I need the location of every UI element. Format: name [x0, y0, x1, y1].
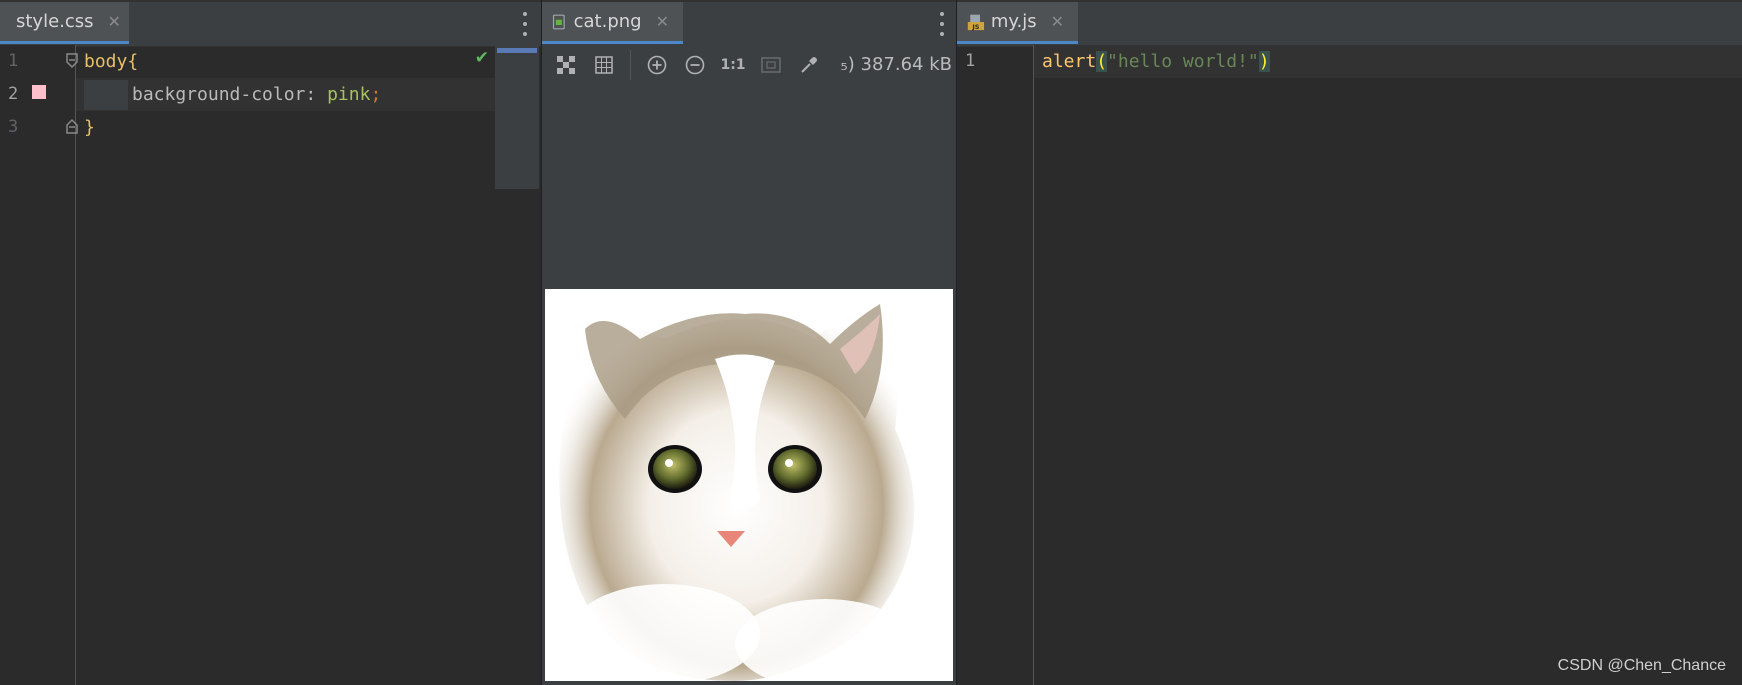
close-icon[interactable]: ✕ — [656, 12, 669, 31]
fit-zoom-icon[interactable] — [759, 53, 783, 77]
zoom-out-icon[interactable] — [683, 53, 707, 77]
css-tabbar: CSS style.css ✕ — [0, 0, 541, 47]
line-number: 1 — [8, 51, 19, 71]
code-line: alert("hello world!") — [1042, 45, 1270, 78]
chessboard-icon[interactable] — [554, 53, 578, 77]
js-code-area[interactable]: alert("hello world!") — [1034, 45, 1742, 685]
js-tabbar: JS my.js ✕ — [957, 0, 1742, 47]
js-file-icon: JS — [967, 14, 985, 30]
js-editor-pane: JS my.js ✕ 1 alert("hello world!") — [957, 0, 1742, 685]
file-size-label: ₅) 387.64 kB — [841, 54, 952, 75]
image-file-icon — [552, 14, 565, 29]
css-code-area[interactable]: body{ background-color: pink; } — [76, 45, 495, 685]
more-options-icon[interactable] — [938, 12, 946, 36]
function-name: alert — [1042, 51, 1097, 72]
no-problems-check-icon[interactable]: ✔ — [475, 48, 489, 68]
close-paren: ) — [1258, 51, 1270, 72]
minimap[interactable] — [495, 45, 539, 189]
line-number: 3 — [8, 117, 19, 137]
code-line: } — [84, 111, 95, 144]
property: background-color — [132, 84, 306, 105]
actual-size-button[interactable]: 1:1 — [720, 53, 745, 77]
image-viewer-pane: cat.png ✕ 1:1 ₅) 387.64 kB — [542, 0, 957, 685]
more-options-icon[interactable] — [521, 12, 529, 36]
line-number: 1 — [965, 51, 976, 71]
watermark: CSDN @Chen_Chance — [1557, 657, 1726, 674]
tab-label: cat.png — [573, 11, 642, 32]
line-gutter: 1 — [957, 45, 1034, 685]
value: pink — [327, 84, 371, 105]
toolbar-separator — [630, 50, 631, 80]
cat-image — [545, 289, 953, 681]
tab-label: style.css — [16, 11, 94, 32]
string-literal: "hello world!" — [1107, 51, 1259, 72]
color-swatch-icon[interactable] — [32, 85, 46, 99]
svg-text:JS: JS — [971, 22, 979, 30]
selector: body — [84, 51, 128, 72]
close-icon[interactable]: ✕ — [1051, 12, 1064, 31]
indent-guide — [84, 80, 128, 110]
css-editor-pane: CSS style.css ✕ 1 2 3 body{ background-c… — [0, 0, 542, 685]
cat-illustration — [545, 289, 953, 681]
semicolon: ; — [370, 84, 382, 105]
code-line: background-color: pink; — [84, 78, 381, 111]
colon: : — [305, 84, 317, 105]
tab-cat-png[interactable]: cat.png ✕ — [542, 2, 683, 44]
file-size-value: 387.64 kB — [860, 54, 952, 75]
tab-my-js[interactable]: JS my.js ✕ — [957, 2, 1078, 44]
file-size-prefix: ₅) — [840, 54, 855, 75]
image-tabbar: cat.png ✕ — [542, 0, 956, 47]
close-icon[interactable]: ✕ — [108, 12, 121, 31]
code-line: body{ — [84, 45, 138, 78]
open-brace: { — [127, 51, 139, 72]
line-gutter: 1 2 3 — [0, 45, 78, 685]
close-brace: } — [84, 117, 95, 138]
tab-label: my.js — [990, 11, 1037, 32]
zoom-in-icon[interactable] — [645, 53, 669, 77]
open-paren: ( — [1096, 51, 1108, 72]
grid-icon[interactable] — [592, 53, 616, 77]
color-picker-icon[interactable] — [797, 53, 821, 77]
tab-style-css[interactable]: CSS style.css ✕ — [0, 2, 129, 44]
